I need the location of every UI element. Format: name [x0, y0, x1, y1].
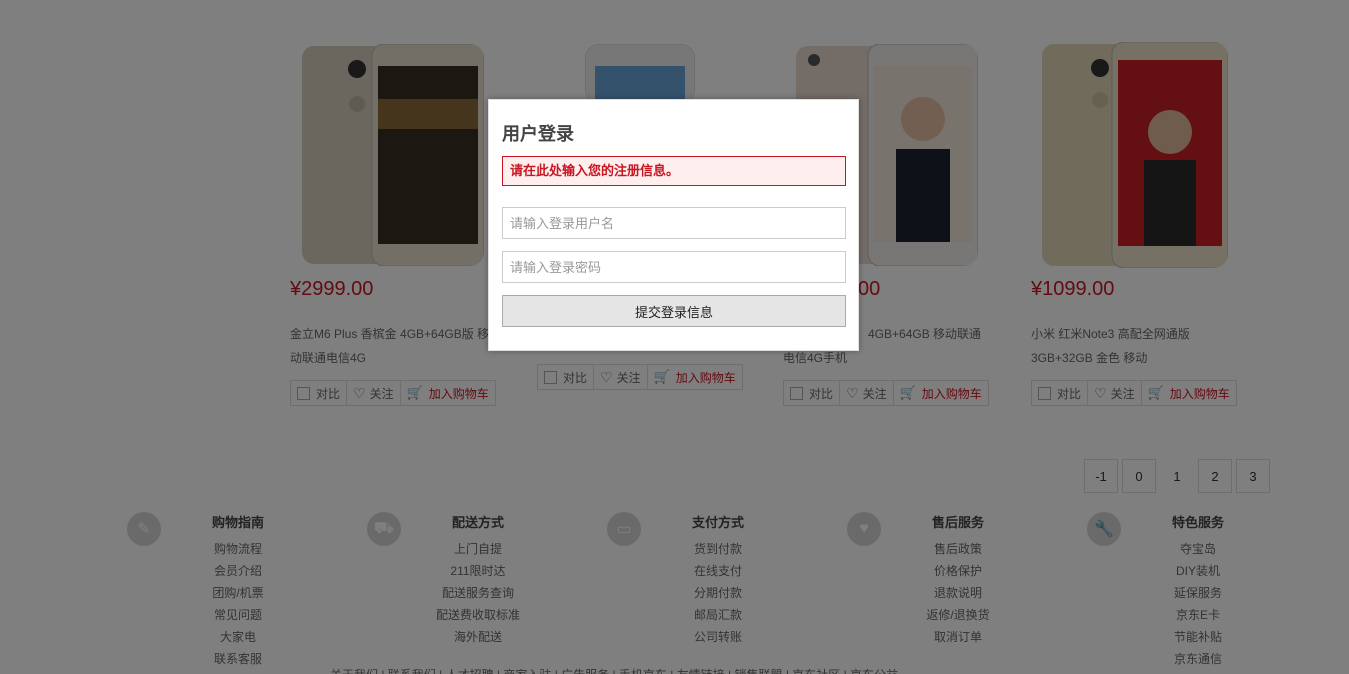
modal-alert: 请在此处输入您的注册信息。 [502, 156, 846, 186]
page: ¥2999.00 金立M6 Plus 香槟金 4GB+64GB版 移 动联通电信… [0, 0, 1349, 674]
username-input[interactable] [502, 207, 846, 239]
modal-title: 用户登录 [502, 124, 574, 144]
password-input[interactable] [502, 251, 846, 283]
submit-login-button[interactable]: 提交登录信息 [502, 295, 846, 327]
login-modal: 用户登录 请在此处输入您的注册信息。 提交登录信息 [488, 99, 859, 351]
